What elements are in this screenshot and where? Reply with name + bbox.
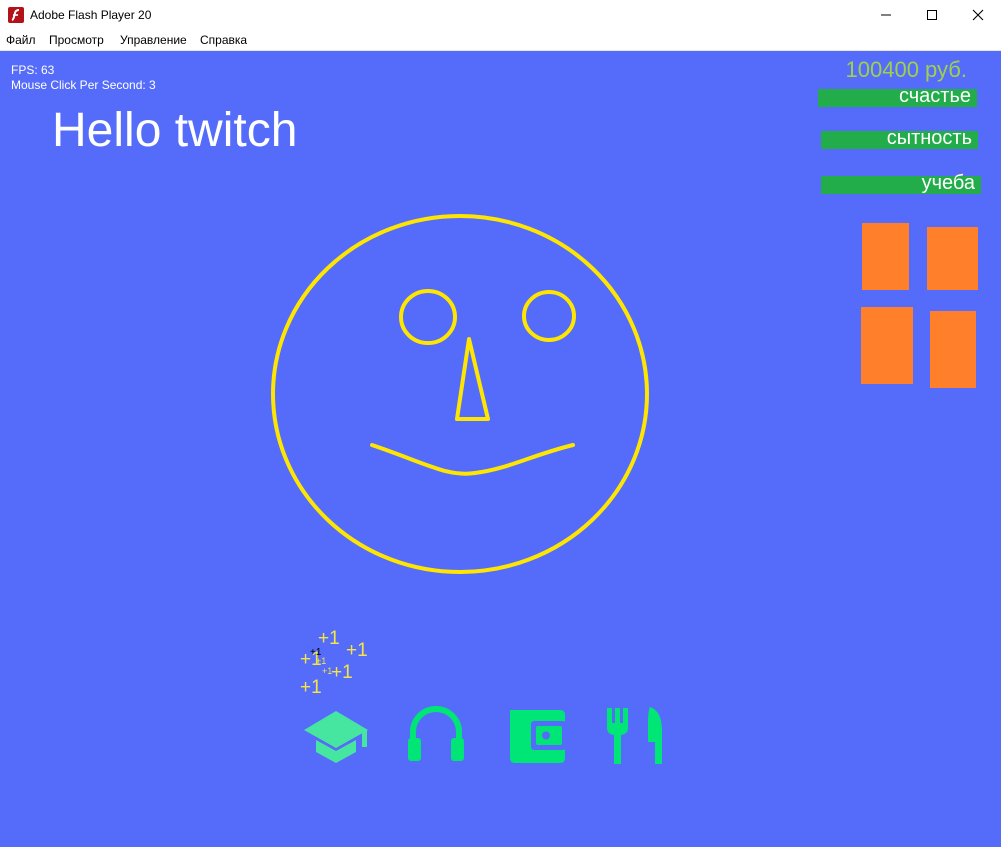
money-counter: 100400 руб. — [845, 57, 967, 82]
music-action-button[interactable] — [405, 701, 471, 767]
study-action-button[interactable] — [302, 701, 368, 767]
graduation-cap-icon — [304, 711, 368, 763]
minimize-button[interactable] — [863, 0, 909, 30]
menu-file[interactable]: Файл — [6, 33, 36, 47]
study-label: учеба — [921, 172, 975, 194]
happiness-label: счастье — [898, 85, 971, 107]
wallet-icon — [510, 710, 566, 763]
fork-knife-icon — [607, 707, 662, 764]
food-action-button[interactable] — [604, 701, 670, 767]
plus-one-popup: +1 — [322, 666, 333, 676]
flash-player-icon — [8, 7, 24, 23]
plus-one-popup: +1 — [346, 640, 368, 661]
plus-one-popup: +1 — [316, 656, 327, 666]
menu-help[interactable]: Справка — [200, 33, 247, 47]
close-button[interactable] — [955, 0, 1001, 30]
plus-one-popup: +1 — [331, 662, 353, 683]
satiety-label: сытность — [886, 127, 972, 149]
orange-block — [930, 311, 976, 388]
headphones-icon — [408, 706, 464, 761]
greeting-text: Hello twitch — [52, 104, 298, 157]
nose — [455, 337, 490, 421]
window-title: Adobe Flash Player 20 — [30, 8, 152, 22]
menu-bar: Файл Просмотр Управление Справка — [0, 30, 1001, 51]
menu-control[interactable]: Управление — [120, 33, 187, 47]
orange-block — [927, 227, 978, 290]
fps-counter: FPS: 63 — [11, 63, 55, 77]
satiety-bar: сытность — [821, 127, 978, 149]
happiness-bar: счастье — [818, 85, 977, 107]
game-stage[interactable]: FPS: 63 Mouse Click Per Second: 3 Hello … — [0, 51, 1001, 847]
click-rate-counter: Mouse Click Per Second: 3 — [11, 78, 156, 92]
money-action-button[interactable] — [506, 701, 572, 767]
left-eye — [399, 289, 457, 345]
mouth — [370, 443, 575, 476]
title-bar: Adobe Flash Player 20 — [0, 0, 1001, 30]
study-bar: учеба — [821, 172, 981, 194]
right-eye — [522, 290, 576, 342]
plus-one-popup: +1 — [318, 628, 340, 649]
orange-block — [862, 223, 909, 290]
orange-block — [861, 307, 913, 384]
smiley-face[interactable] — [270, 213, 654, 577]
plus-one-popup: +1 — [300, 677, 322, 698]
maximize-button[interactable] — [909, 0, 955, 30]
menu-view[interactable]: Просмотр — [49, 33, 104, 47]
